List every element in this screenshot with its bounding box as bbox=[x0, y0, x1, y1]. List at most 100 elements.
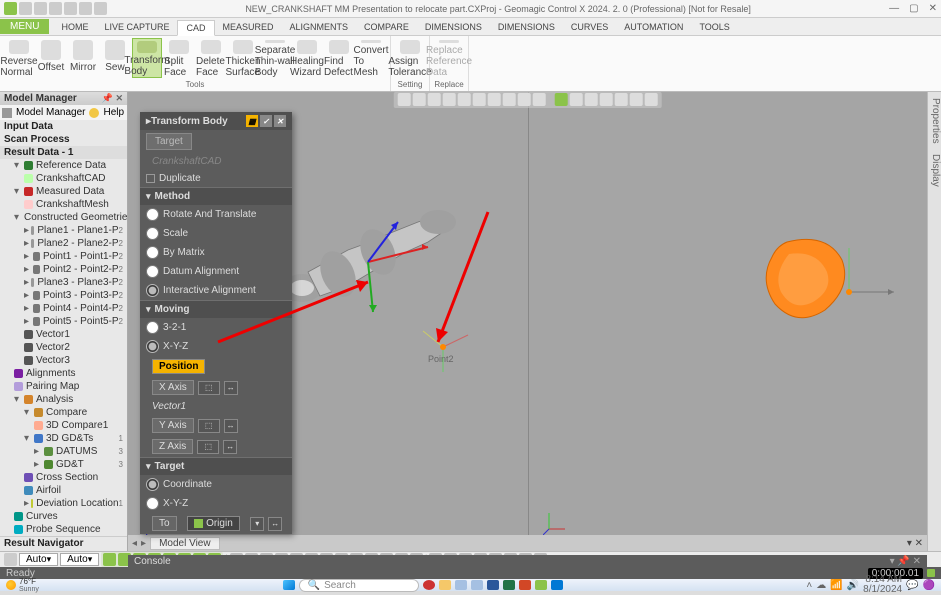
tab-livecapture[interactable]: LIVE CAPTURE bbox=[96, 20, 177, 34]
row-to[interactable]: To Origin ▾↔ bbox=[140, 513, 292, 534]
radio-321[interactable]: 3-2-1 bbox=[140, 318, 292, 337]
radio-datum-alignment[interactable]: Datum Alignment bbox=[140, 262, 292, 281]
radio-xyz[interactable]: X-Y-Z bbox=[140, 337, 292, 356]
taskbar-app-powerpoint-icon[interactable] bbox=[519, 580, 531, 590]
console-menu-icon[interactable]: ▾ 📌 ✕ bbox=[890, 556, 921, 567]
dock-properties[interactable]: Properties bbox=[930, 98, 941, 144]
viewport-divider[interactable] bbox=[528, 92, 529, 551]
xaxis-pick-icon[interactable]: ⬚ bbox=[198, 381, 220, 395]
node-plane1[interactable]: ▸Plane1 - Plane1-P2 bbox=[0, 224, 127, 237]
convert-to-mesh-button[interactable]: Convert To Mesh bbox=[356, 38, 386, 78]
section-moving[interactable]: ▾ Moving bbox=[140, 300, 292, 318]
selector-auto-2[interactable]: Auto ▾ bbox=[60, 553, 99, 566]
zaxis-pick-icon[interactable]: ⬚ bbox=[197, 440, 219, 454]
tab-measured[interactable]: MEASURED bbox=[215, 20, 282, 34]
tray-volume-icon[interactable]: 🔊 bbox=[847, 580, 859, 591]
delete-face-button[interactable]: Delete Face bbox=[196, 38, 226, 78]
taskbar-app-edge-icon[interactable] bbox=[455, 580, 467, 590]
crankshaft-model[interactable] bbox=[278, 192, 458, 322]
dialog-header[interactable]: ▸ Transform Body ▦ ✓ ✕ bbox=[140, 112, 292, 130]
display-mode-shaded-icon[interactable] bbox=[555, 93, 568, 106]
view-left-icon[interactable] bbox=[502, 93, 515, 106]
panel-pin-icon[interactable]: 📌 ✕ bbox=[102, 93, 123, 104]
windows-taskbar[interactable]: 76°F Sunny 🔍Search ˄ ☁ 📶 🔊 8:14 AM 8/1/2… bbox=[0, 579, 941, 591]
origin-dropdown-icon[interactable]: ▾ bbox=[250, 517, 264, 531]
qat-open-icon[interactable] bbox=[34, 2, 47, 15]
taskbar-app-word-icon[interactable] bbox=[487, 580, 499, 590]
node-probe-sequence[interactable]: Probe Sequence bbox=[0, 523, 127, 536]
tray-cloud-icon[interactable]: ☁ bbox=[816, 580, 826, 591]
system-tray[interactable]: ˄ ☁ 📶 🔊 8:14 AM 8/1/2024 💬 🟣 bbox=[806, 575, 935, 595]
node-point1[interactable]: ▸Point1 - Point1-P2 bbox=[0, 250, 127, 263]
radio-by-matrix[interactable]: By Matrix bbox=[140, 243, 292, 262]
view-ortho-icon[interactable] bbox=[412, 93, 425, 106]
filter-1-icon[interactable] bbox=[103, 553, 116, 566]
origin-flip-icon[interactable]: ↔ bbox=[268, 517, 282, 531]
selmode-icon[interactable] bbox=[4, 553, 17, 566]
section-method[interactable]: ▾ Method bbox=[140, 187, 292, 205]
tab-automation[interactable]: AUTOMATION bbox=[616, 20, 691, 34]
tab-alignments[interactable]: ALIGNMENTS bbox=[282, 20, 357, 34]
menu-button[interactable]: MENU bbox=[0, 19, 49, 34]
separate-thinwall-button[interactable]: Separate Thin-wall Body bbox=[260, 38, 290, 78]
selector-auto-1[interactable]: Auto ▾ bbox=[19, 553, 58, 566]
view-quad-icon[interactable] bbox=[442, 93, 455, 106]
node-crankshaftmesh[interactable]: CrankshaftMesh bbox=[0, 198, 127, 211]
replace-refdata-button[interactable]: Replace Reference Data bbox=[434, 38, 464, 78]
taskbar-app-explorer-icon[interactable] bbox=[439, 580, 451, 590]
tray-wifi-icon[interactable]: 📶 bbox=[830, 580, 842, 591]
tray-copilot-icon[interactable]: 🟣 bbox=[923, 580, 935, 591]
healing-wizard-button[interactable]: Healing Wizard bbox=[292, 38, 322, 78]
assign-tolerance-button[interactable]: Assign Tolerance bbox=[395, 38, 425, 78]
view-top-icon[interactable] bbox=[472, 93, 485, 106]
row-xaxis[interactable]: X Axis⬚↔ bbox=[140, 377, 292, 398]
row-zaxis[interactable]: Z Axis⬚↔ bbox=[140, 436, 292, 457]
view-split-icon[interactable] bbox=[427, 93, 440, 106]
close-button[interactable]: ✕ bbox=[929, 3, 937, 14]
split-face-button[interactable]: Split Face bbox=[164, 38, 194, 78]
dock-display[interactable]: Display bbox=[930, 154, 941, 187]
yaxis-flip-icon[interactable]: ↔ bbox=[224, 419, 238, 433]
tab-cad[interactable]: CAD bbox=[177, 20, 214, 36]
tab-model-view[interactable]: Model View bbox=[150, 537, 220, 550]
view-iso-icon[interactable] bbox=[517, 93, 530, 106]
tab-curves[interactable]: CURVES bbox=[563, 20, 616, 34]
node-reference-data[interactable]: ▾Reference Data bbox=[0, 159, 127, 172]
dialog-preview-icon[interactable]: ▦ bbox=[246, 115, 258, 127]
node-vector2[interactable]: Vector2 bbox=[0, 341, 127, 354]
node-3dcompare1[interactable]: 3D Compare1 bbox=[0, 419, 127, 432]
node-plane2[interactable]: ▸Plane2 - Plane2-P2 bbox=[0, 237, 127, 250]
dialog-ok-icon[interactable]: ✓ bbox=[260, 115, 272, 127]
mirror-button[interactable]: Mirror bbox=[68, 38, 98, 78]
view-front-icon[interactable] bbox=[487, 93, 500, 106]
viewtab-menu-icon[interactable]: ▾ ✕ bbox=[907, 538, 923, 549]
node-curves[interactable]: Curves bbox=[0, 510, 127, 523]
node-datums[interactable]: ▸DATUMS3 bbox=[0, 445, 127, 458]
qat-undo-icon[interactable] bbox=[64, 2, 77, 15]
node-deviation-location[interactable]: ▸Deviation Location1 bbox=[0, 497, 127, 510]
node-alignments[interactable]: Alignments bbox=[0, 367, 127, 380]
tab-dimensions-1[interactable]: DIMENSIONS bbox=[417, 20, 490, 34]
start-button[interactable] bbox=[283, 580, 295, 590]
taskbar-search[interactable]: 🔍Search bbox=[299, 579, 419, 592]
xaxis-flip-icon[interactable]: ↔ bbox=[224, 381, 238, 395]
row-duplicate[interactable]: Duplicate bbox=[140, 170, 292, 187]
tab-tools[interactable]: TOOLS bbox=[691, 20, 737, 34]
radio-scale[interactable]: Scale bbox=[140, 224, 292, 243]
reverse-normal-button[interactable]: Reverse Normal bbox=[4, 38, 34, 78]
right-dock[interactable]: Properties Display bbox=[927, 92, 941, 551]
maximize-button[interactable]: ▢ bbox=[909, 3, 918, 14]
viewport[interactable]: Point2 2.5 in Rotate Crankshaft MM Using… bbox=[128, 92, 927, 551]
node-constructed-geom[interactable]: ▾Constructed Geometries bbox=[0, 211, 127, 224]
origin-select[interactable]: Origin bbox=[187, 516, 240, 531]
radio-coordinate[interactable]: Coordinate bbox=[140, 475, 292, 494]
node-point3[interactable]: ▸Point3 - Point3-P2 bbox=[0, 289, 127, 302]
display-edges-icon[interactable] bbox=[570, 93, 583, 106]
tab-home[interactable]: HOME bbox=[53, 20, 96, 34]
taskbar-app-outlook-icon[interactable] bbox=[551, 580, 563, 590]
viewtab-next-icon[interactable]: ▸ bbox=[141, 538, 146, 549]
taskbar-clock[interactable]: 8:14 AM 8/1/2024 bbox=[863, 575, 902, 595]
node-vector3[interactable]: Vector3 bbox=[0, 354, 127, 367]
node-point4[interactable]: ▸Point4 - Point4-P2 bbox=[0, 302, 127, 315]
minimize-button[interactable]: — bbox=[889, 3, 899, 14]
